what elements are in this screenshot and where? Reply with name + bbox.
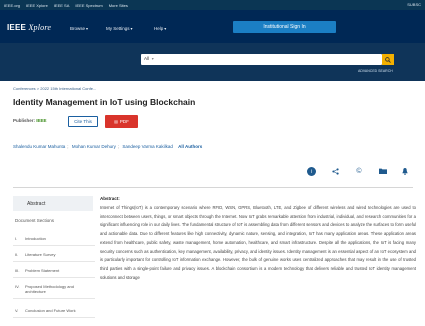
folder-glyph-icon — [379, 168, 387, 174]
page-title: Identity Management in IoT using Blockch… — [13, 97, 196, 107]
share-icon[interactable] — [330, 166, 340, 176]
author-link[interactable]: Shalendu Kumar Mahunta — [13, 144, 65, 149]
all-authors-link[interactable]: All Authors — [178, 144, 202, 149]
nav-browse[interactable]: Browse▾ — [70, 26, 88, 31]
section-number: II. — [15, 252, 19, 257]
pdf-icon: ▤ — [114, 119, 118, 124]
abstract-heading: Abstract: — [100, 196, 120, 201]
section-number: V. — [15, 308, 19, 313]
site-link-ieee-org[interactable]: IEEE.org — [4, 3, 20, 8]
chevron-down-icon: ▼ — [151, 57, 155, 61]
abstract-text: Internet of Things(IoT) is a contemporar… — [100, 205, 416, 280]
author-link[interactable]: Sandeep Varma Kakilkad — [122, 144, 172, 149]
folder-icon[interactable] — [378, 166, 388, 176]
section-number: III. — [15, 268, 20, 273]
publisher-info: Publisher: IEEE — [13, 118, 47, 123]
site-link-more-sites[interactable]: More Sites — [109, 3, 128, 8]
search-scope-label: All — [144, 56, 150, 61]
bell-glyph-icon — [402, 167, 408, 175]
search-icon — [385, 56, 391, 63]
sidebar-item-abstract[interactable]: Abstract — [13, 196, 93, 211]
copyright-icon[interactable]: © — [354, 166, 364, 176]
breadcrumb[interactable]: Conferences > 2022 15th International Co… — [13, 86, 96, 91]
cite-this-button[interactable]: Cite This — [68, 116, 98, 127]
info-icon[interactable]: i — [307, 167, 316, 176]
site-link-ieee-sa[interactable]: IEEE SA — [54, 3, 70, 8]
publisher-value: IEEE — [36, 118, 47, 123]
nav-help[interactable]: Help▾ — [154, 26, 166, 31]
nav-my-settings[interactable]: My Settings▾ — [106, 26, 133, 31]
share-glyph-icon — [331, 167, 339, 175]
sidebar-item-conclusion[interactable]: V. Conclusion and Future Work — [13, 308, 95, 318]
section-number: I. — [15, 236, 18, 241]
nav-browse-label: Browse — [70, 26, 86, 31]
advanced-search-link[interactable]: ADVANCED SEARCH — [358, 69, 393, 73]
section-label-continued: architecture — [25, 289, 46, 294]
logo-sub: Xplore — [28, 23, 52, 32]
section-label: Introduction — [25, 236, 46, 241]
institutional-sign-in-button[interactable]: Institutional Sign In — [233, 21, 336, 33]
chevron-down-icon: ▾ — [86, 26, 89, 31]
site-header: IEEE Xplore Browse▾ My Settings▾ Help▾ I… — [0, 10, 425, 43]
pdf-label: PDF — [119, 119, 129, 124]
site-link-ieee-spectrum[interactable]: IEEE Spectrum — [75, 3, 102, 8]
bell-icon[interactable] — [400, 166, 410, 176]
search-button[interactable] — [382, 54, 394, 65]
subscribe-link[interactable]: SUBSC — [407, 2, 421, 7]
abstract-section: Abstract: Internet of Things(IoT) is a c… — [100, 196, 416, 282]
search-scope-select[interactable]: All ▼ — [144, 56, 154, 61]
chevron-down-icon: ▾ — [164, 26, 167, 31]
top-site-strip: IEEE.org IEEE Xplore IEEE SA IEEE Spectr… — [0, 0, 425, 10]
chevron-down-icon: ▾ — [130, 26, 133, 31]
section-label: Literature Survey — [25, 252, 56, 257]
sidebar-item-proposed-methodology[interactable]: IV. Proposed Methodology and architecture — [13, 284, 95, 299]
sidebar-item-problem-statement[interactable]: III. Problem Statement — [13, 268, 95, 278]
ieee-xplore-logo[interactable]: IEEE Xplore — [7, 23, 51, 32]
section-number: IV. — [15, 284, 20, 289]
pdf-button[interactable]: ▤ PDF — [105, 115, 138, 128]
sidebar-item-introduction[interactable]: I. Introduction — [13, 236, 95, 246]
site-link-ieee-xplore[interactable]: IEEE Xplore — [26, 3, 48, 8]
author-list: Shalendu Kumar Mahunta; Mohan Kumar Dehu… — [13, 144, 203, 149]
document-sections-heading: Document Sections — [15, 218, 55, 223]
nav-help-label: Help — [154, 26, 164, 31]
search-input[interactable]: All ▼ — [141, 54, 382, 65]
publisher-label: Publisher: — [13, 118, 36, 123]
author-link[interactable]: Mohan Kumar Dehury — [72, 144, 116, 149]
section-label: Conclusion and Future Work — [25, 308, 76, 313]
nav-my-settings-label: My Settings — [106, 26, 130, 31]
section-label: Problem Statement — [25, 268, 60, 273]
section-divider — [13, 187, 413, 188]
logo-main: IEEE — [7, 23, 27, 32]
sidebar-item-literature-survey[interactable]: II. Literature Survey — [13, 252, 95, 262]
